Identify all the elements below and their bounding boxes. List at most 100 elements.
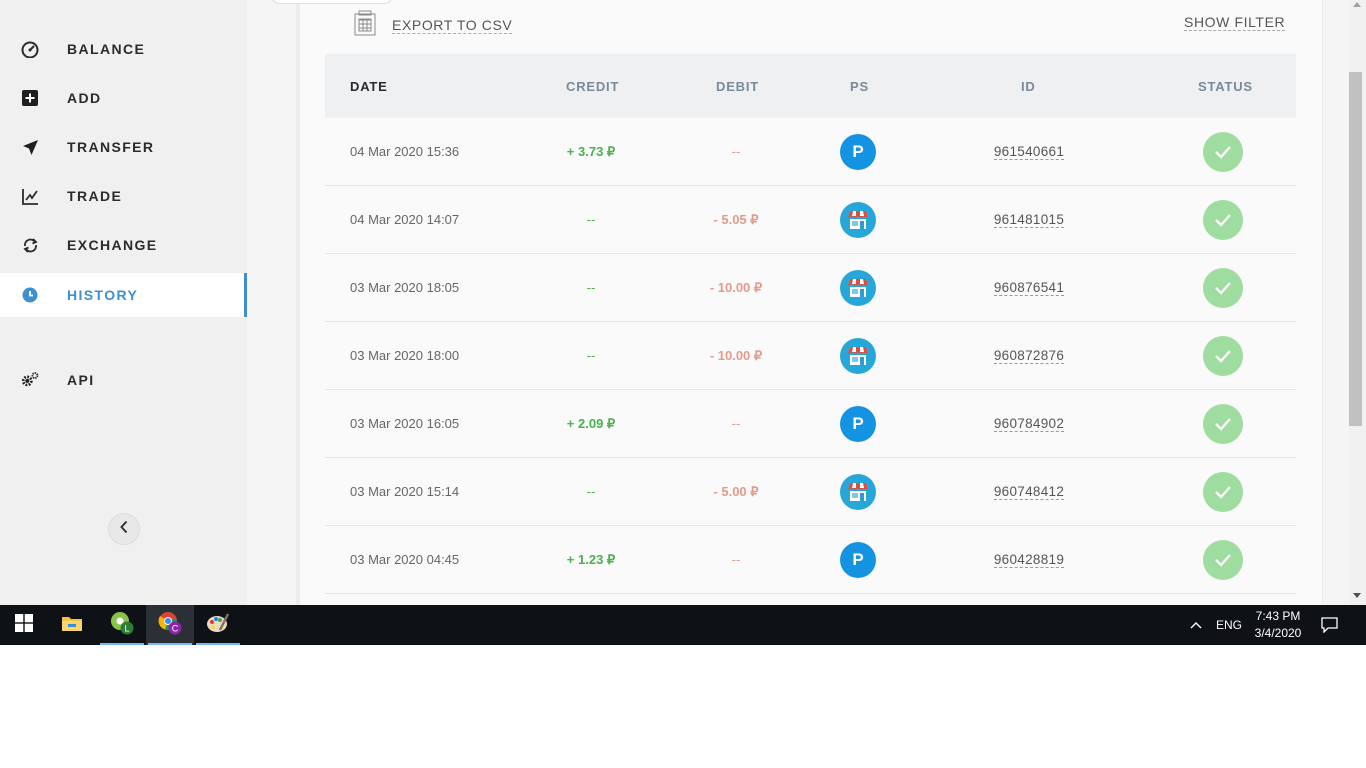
credit-amount: + 1.23 ₽ (566, 551, 616, 567)
sidebar-item-trade[interactable]: TRADE (0, 174, 247, 218)
cell-credit: -- (525, 254, 657, 321)
cell-status (1203, 186, 1243, 253)
gears-icon (21, 371, 39, 389)
sidebar-item-label: API (67, 372, 95, 388)
transaction-id-link[interactable]: 960748412 (993, 484, 1065, 500)
cell-payment-system: P (840, 118, 876, 185)
cell-id: 960876541 (965, 254, 1093, 321)
status-success-check-icon (1203, 471, 1243, 512)
shop-icon (840, 473, 876, 510)
scrollbar-thumb[interactable] (1349, 72, 1362, 426)
p-icon: P (840, 541, 876, 578)
sidebar-item-label: TRADE (67, 188, 123, 204)
system-clock[interactable]: 7:43 PM 3/4/2020 (1250, 608, 1306, 642)
table-row[interactable]: 03 Mar 2020 04:45 + 1.23 ₽ -- P 960428819 (325, 526, 1296, 594)
sidebar-item-label: EXCHANGE (67, 237, 158, 253)
transaction-id-link[interactable]: 961481015 (993, 212, 1065, 228)
cell-status (1203, 322, 1243, 389)
table-header: DATE CREDIT DEBIT PS ID STATUS (325, 54, 1296, 118)
table-row[interactable]: 04 Mar 2020 14:07 -- - 5.05 ₽ 961481015 (325, 186, 1296, 254)
cell-id: 960784902 (965, 390, 1093, 457)
action-center-notification-icon[interactable] (1321, 617, 1338, 638)
column-header-date[interactable]: DATE (350, 79, 388, 94)
status-success-check-icon (1203, 335, 1243, 376)
vertical-scrollbar[interactable] (1349, 0, 1366, 605)
cell-credit: + 3.73 ₽ (525, 118, 657, 185)
ps-letter: P (852, 549, 864, 569)
table-row[interactable]: 03 Mar 2020 15:14 -- - 5.00 ₽ 960748412 (325, 458, 1296, 526)
table-row[interactable]: 03 Mar 2020 18:05 -- - 10.00 ₽ 960876541 (325, 254, 1296, 322)
cell-credit: -- (525, 186, 657, 253)
table-row-partial (325, 594, 1296, 605)
sidebar-item-history[interactable]: HISTORY (0, 273, 247, 317)
input-language[interactable]: ENG (1216, 618, 1242, 632)
credit-amount: -- (586, 484, 596, 499)
sidebar-item-api[interactable]: API (0, 358, 247, 402)
cell-debit: -- (670, 390, 802, 457)
table-row[interactable]: 03 Mar 2020 18:00 -- - 10.00 ₽ 960872876 (325, 322, 1296, 390)
scroll-down-arrow-icon[interactable] (1353, 593, 1361, 598)
cell-payment-system (840, 322, 876, 389)
cell-status (1203, 118, 1243, 185)
cell-payment-system: P (840, 526, 876, 593)
cell-debit: - 5.00 ₽ (670, 458, 802, 525)
paint-icon (206, 612, 230, 639)
cell-credit: + 1.23 ₽ (525, 526, 657, 593)
credit-amount: -- (586, 280, 596, 295)
chevron-left-icon (119, 520, 129, 539)
top-pill-button[interactable] (271, 0, 393, 4)
p-icon: P (840, 133, 876, 170)
status-success-check-icon (1203, 539, 1243, 580)
sidebar-item-transfer[interactable]: TRANSFER (0, 125, 247, 169)
taskbar-paint[interactable] (194, 605, 242, 645)
cell-debit: - 5.05 ₽ (670, 186, 802, 253)
credit-amount: -- (586, 348, 596, 363)
table-row[interactable]: 04 Mar 2020 15:36 + 3.73 ₽ -- P 961540661 (325, 118, 1296, 186)
credit-amount: + 3.73 ₽ (566, 143, 616, 159)
debit-amount: - 10.00 ₽ (709, 347, 763, 363)
debit-amount: -- (731, 144, 741, 159)
cell-id: 960428819 (965, 526, 1093, 593)
transaction-id-link[interactable]: 960784902 (993, 416, 1065, 432)
credit-amount: -- (586, 212, 596, 227)
sidebar-item-label: ADD (67, 90, 102, 106)
show-hidden-icons-chevron-up-icon[interactable] (1189, 618, 1203, 637)
taskbar-chrome-profile-c[interactable]: C (146, 605, 194, 645)
sidebar-item-exchange[interactable]: EXCHANGE (0, 223, 247, 267)
storefront-icon (848, 482, 868, 501)
show-filter-link[interactable]: SHOW FILTER (1184, 14, 1286, 31)
cell-date: 04 Mar 2020 14:07 (350, 212, 460, 227)
sidebar-item-label: BALANCE (67, 41, 146, 57)
transaction-id-link[interactable]: 960876541 (993, 280, 1065, 296)
export-csv-link[interactable]: EXPORT TO CSV (354, 10, 513, 38)
shop-icon (840, 201, 876, 238)
collapse-sidebar-button[interactable] (108, 513, 140, 545)
cell-payment-system (840, 186, 876, 253)
transaction-id-link[interactable]: 960872876 (993, 348, 1065, 364)
cell-payment-system: P (840, 390, 876, 457)
status-success-check-icon (1203, 267, 1243, 308)
column-header-id: ID (1021, 79, 1036, 94)
exchange-arrows-icon (21, 236, 39, 254)
column-header-debit: DEBIT (716, 79, 759, 94)
file-explorer-icon (61, 614, 83, 637)
transaction-id-link[interactable]: 960428819 (993, 552, 1065, 568)
storefront-icon (848, 346, 868, 365)
shop-icon (840, 337, 876, 374)
scroll-up-arrow-icon[interactable] (1353, 2, 1361, 7)
cell-date: 04 Mar 2020 15:36 (350, 144, 460, 159)
table-row[interactable]: 03 Mar 2020 16:05 + 2.09 ₽ -- P 960784902 (325, 390, 1296, 458)
taskbar-chrome-profile-l[interactable]: L (98, 605, 146, 645)
start-button[interactable] (0, 605, 48, 645)
cell-credit: -- (525, 322, 657, 389)
transaction-id-link[interactable]: 961540661 (993, 144, 1065, 160)
sidebar-item-balance[interactable]: BALANCE (0, 27, 247, 71)
sidebar-item-add[interactable]: ADD (0, 76, 247, 120)
taskbar-file-explorer[interactable] (48, 605, 96, 645)
svg-text:L: L (124, 623, 129, 633)
status-success-check-icon (1203, 199, 1243, 240)
column-header-ps: PS (850, 79, 869, 94)
windows-taskbar: L C ENG 7:43 PM 3/4/2020 (0, 605, 1366, 645)
debit-amount: - 10.00 ₽ (709, 279, 763, 295)
app-window: BALANCE ADD TRANSFER TRADE EXCHANGE HIST… (0, 0, 1366, 605)
